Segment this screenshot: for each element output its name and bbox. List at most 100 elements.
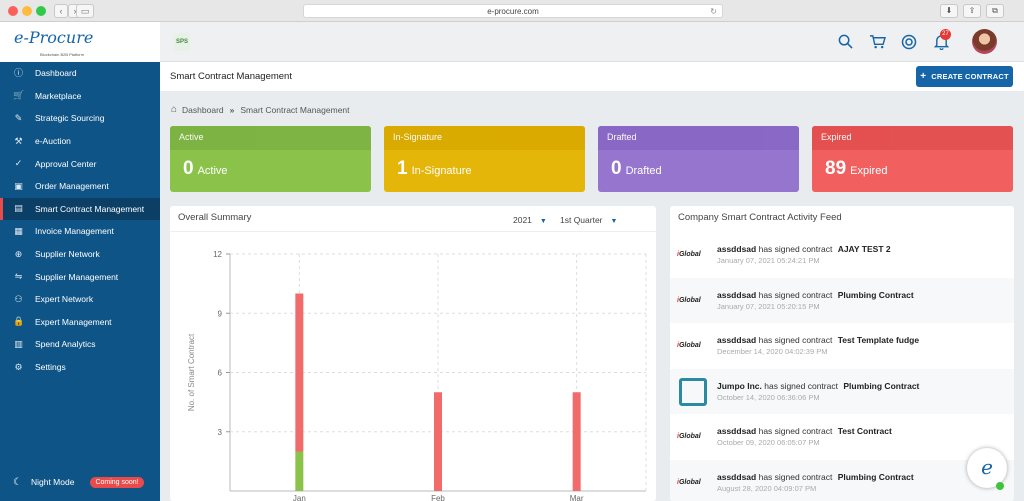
chevron-down-icon: ▼ [610,218,618,225]
sidebar-item-label: Supplier Network [35,249,100,260]
pencil-icon: ✎ [14,112,23,123]
feed-contract-name: Plumbing Contract [843,380,920,391]
feed-timestamp: October 09, 2020 06:05:07 PM [717,438,820,447]
sidebar-toggle-icon[interactable]: ▭ [76,4,94,18]
sidebar-item-expert-network[interactable]: ⚇ Expert Network [0,288,160,311]
card-label: In-Signature [411,165,472,177]
quarter-value: 1st Quarter [560,215,603,225]
sidebar-menu: ⓘ Dashboard 🛒 Marketplace ✎ Strategic Sourcin… [0,62,160,378]
sidebar-item-label: Expert Management [35,316,112,327]
sidebar-item-strategic-sourcing[interactable]: ✎ Strategic Sourcing [0,107,160,130]
sidebar: e-Procure Blockchain B2B Platform ⓘ Dashb… [0,22,160,501]
feed-contract-name: Test Template fudge [837,335,920,345]
feed-item[interactable]: iGlobal assddsad has signed contract Test… [670,414,1014,459]
sidebar-item-label: Dashboard [35,68,77,79]
download-icon[interactable]: ⬇ [940,4,958,18]
search-icon[interactable] [838,34,853,52]
breadcrumb-dashboard[interactable]: Dashboard [182,105,224,115]
chevron-down-icon: ▼ [539,218,547,225]
sidebar-item-marketplace[interactable]: 🛒 Marketplace [0,85,160,108]
feed-item[interactable]: Jumpo Inc. has signed contract Plumbing … [670,368,1014,414]
feed-actor: assddsad [717,335,757,345]
card-count: 1 [397,158,408,179]
sidebar-item-label: Supplier Management [35,271,119,282]
back-icon[interactable]: ‹ [54,4,68,18]
card-title: Active [170,126,371,150]
reload-icon[interactable]: ↻ [710,5,717,18]
address-bar[interactable]: e-procure.com ↻ [303,4,723,18]
maximize-window-icon[interactable] [36,6,46,16]
feed-action: has signed contract [758,335,833,345]
card-count: 0 [611,158,622,179]
sidebar-item-label: Spend Analytics [35,339,96,350]
app-logo[interactable]: e-Procure Blockchain B2B Platform [0,22,160,62]
close-window-icon[interactable] [8,6,18,16]
sidebar-item-e-auction[interactable]: ⚒ e-Auction [0,130,160,153]
feed-actor: assddsad [717,289,757,300]
lock-icon: 🔒 [13,316,25,327]
sidebar-item-smart-contract-management[interactable]: ▤ Smart Contract Management [0,197,160,221]
feed-timestamp: December 14, 2020 04:02:39 PM [717,347,828,356]
card-label: Drafted [625,165,662,177]
sidebar-item-order-management[interactable]: ▣ Order Management [0,175,160,198]
sidebar-item-label: Smart Contract Management [35,203,145,214]
sidebar-item-approval-center[interactable]: ✓ Approval Center [0,152,160,175]
feed-actor: assddsad [717,426,757,436]
company-logo-icon: iGlobal [677,433,701,440]
cart-icon[interactable] [869,34,886,52]
bar-feb-series-1 [434,392,442,491]
card-count: 0 [183,158,194,179]
feed-item[interactable]: iGlobal assddsad has signed contract Plum… [670,459,1014,501]
feed-title: Company Smart Contract Activity Feed [678,212,842,223]
sidebar-item-expert-management[interactable]: 🔒 Expert Management [0,311,160,334]
support-icon[interactable] [901,34,917,53]
night-mode-toggle[interactable]: ☾ Night Mode Coming soon! [0,473,160,491]
card-title: Expired [812,126,1013,150]
feed-contract-name: Plumbing Contract [837,289,914,300]
sidebar-item-settings[interactable]: ⚙ Settings [0,356,160,379]
company-logo-icon [679,377,707,406]
bar-mar-series-1 [572,392,581,491]
feed-contract-name: AJAY TEST 2 [837,244,891,254]
share-icon[interactable]: ⇪ [963,4,981,18]
sidebar-item-label: e-Auction [35,136,71,147]
breadcrumb-current: Smart Contract Management [240,104,350,115]
sidebar-item-label: Expert Network [35,294,94,305]
sidebar-item-supplier-management[interactable]: ⇋ Supplier Management [0,265,160,288]
card-title: In-Signature [384,126,585,150]
quarter-select[interactable]: 1st Quarter ▼ [560,215,617,225]
summary-chart-area: 3 6 9 12 Jan Feb Mar No. of Smart Contract [170,231,656,501]
sidebar-item-supplier-network[interactable]: ⊕ Supplier Network [0,243,160,266]
gear-icon: ⚙ [14,361,23,372]
handshake-icon: ⇋ [14,271,23,282]
active-card[interactable]: Active 0 Active [170,126,371,192]
feed-item[interactable]: iGlobal assddsad has signed contract Test… [670,323,1014,368]
y-tick-label: 9 [218,309,223,318]
sidebar-item-dashboard[interactable]: ⓘ Dashboard [0,62,160,85]
sidebar-item-invoice-management[interactable]: ▦ Invoice Management [0,220,160,243]
feed-item[interactable]: iGlobal assddsad has signed contract AJAY… [670,232,1014,277]
feed-item[interactable]: iGlobal assddsad has signed contract Plum… [670,277,1014,323]
bar-jan-series-0 [295,451,304,491]
coming-soon-badge: Coming soon! [90,476,144,488]
sidebar-item-spend-analytics[interactable]: ▥ Spend Analytics [0,333,160,356]
bar-jan-series-1 [295,293,304,452]
tabs-icon[interactable]: ⧉ [986,4,1004,18]
home-icon[interactable]: ⌂ [171,104,177,115]
organization-logo[interactable]: SPS [174,33,190,51]
avatar[interactable] [972,29,997,54]
activity-feed-panel: Company Smart Contract Activity Feed iGl… [670,206,1014,501]
gavel-icon: ⚒ [14,135,23,146]
sidebar-item-label: Order Management [35,181,109,192]
expired-card[interactable]: Expired 89 Expired [812,126,1013,192]
feed-timestamp: January 07, 2021 05:24:21 PM [717,256,820,265]
card-label: Expired [850,165,888,177]
info-circle-icon: ⓘ [13,67,23,78]
drafted-card[interactable]: Drafted 0 Drafted [598,126,799,192]
minimize-window-icon[interactable] [22,6,32,16]
year-select[interactable]: 2021 ▼ [513,215,547,225]
in-signature-card[interactable]: In-Signature 1 In-Signature [384,126,585,192]
card-label: Active [197,165,228,177]
card-title: Drafted [598,126,799,150]
create-contract-button[interactable]: + CREATE CONTRACT [916,66,1013,87]
